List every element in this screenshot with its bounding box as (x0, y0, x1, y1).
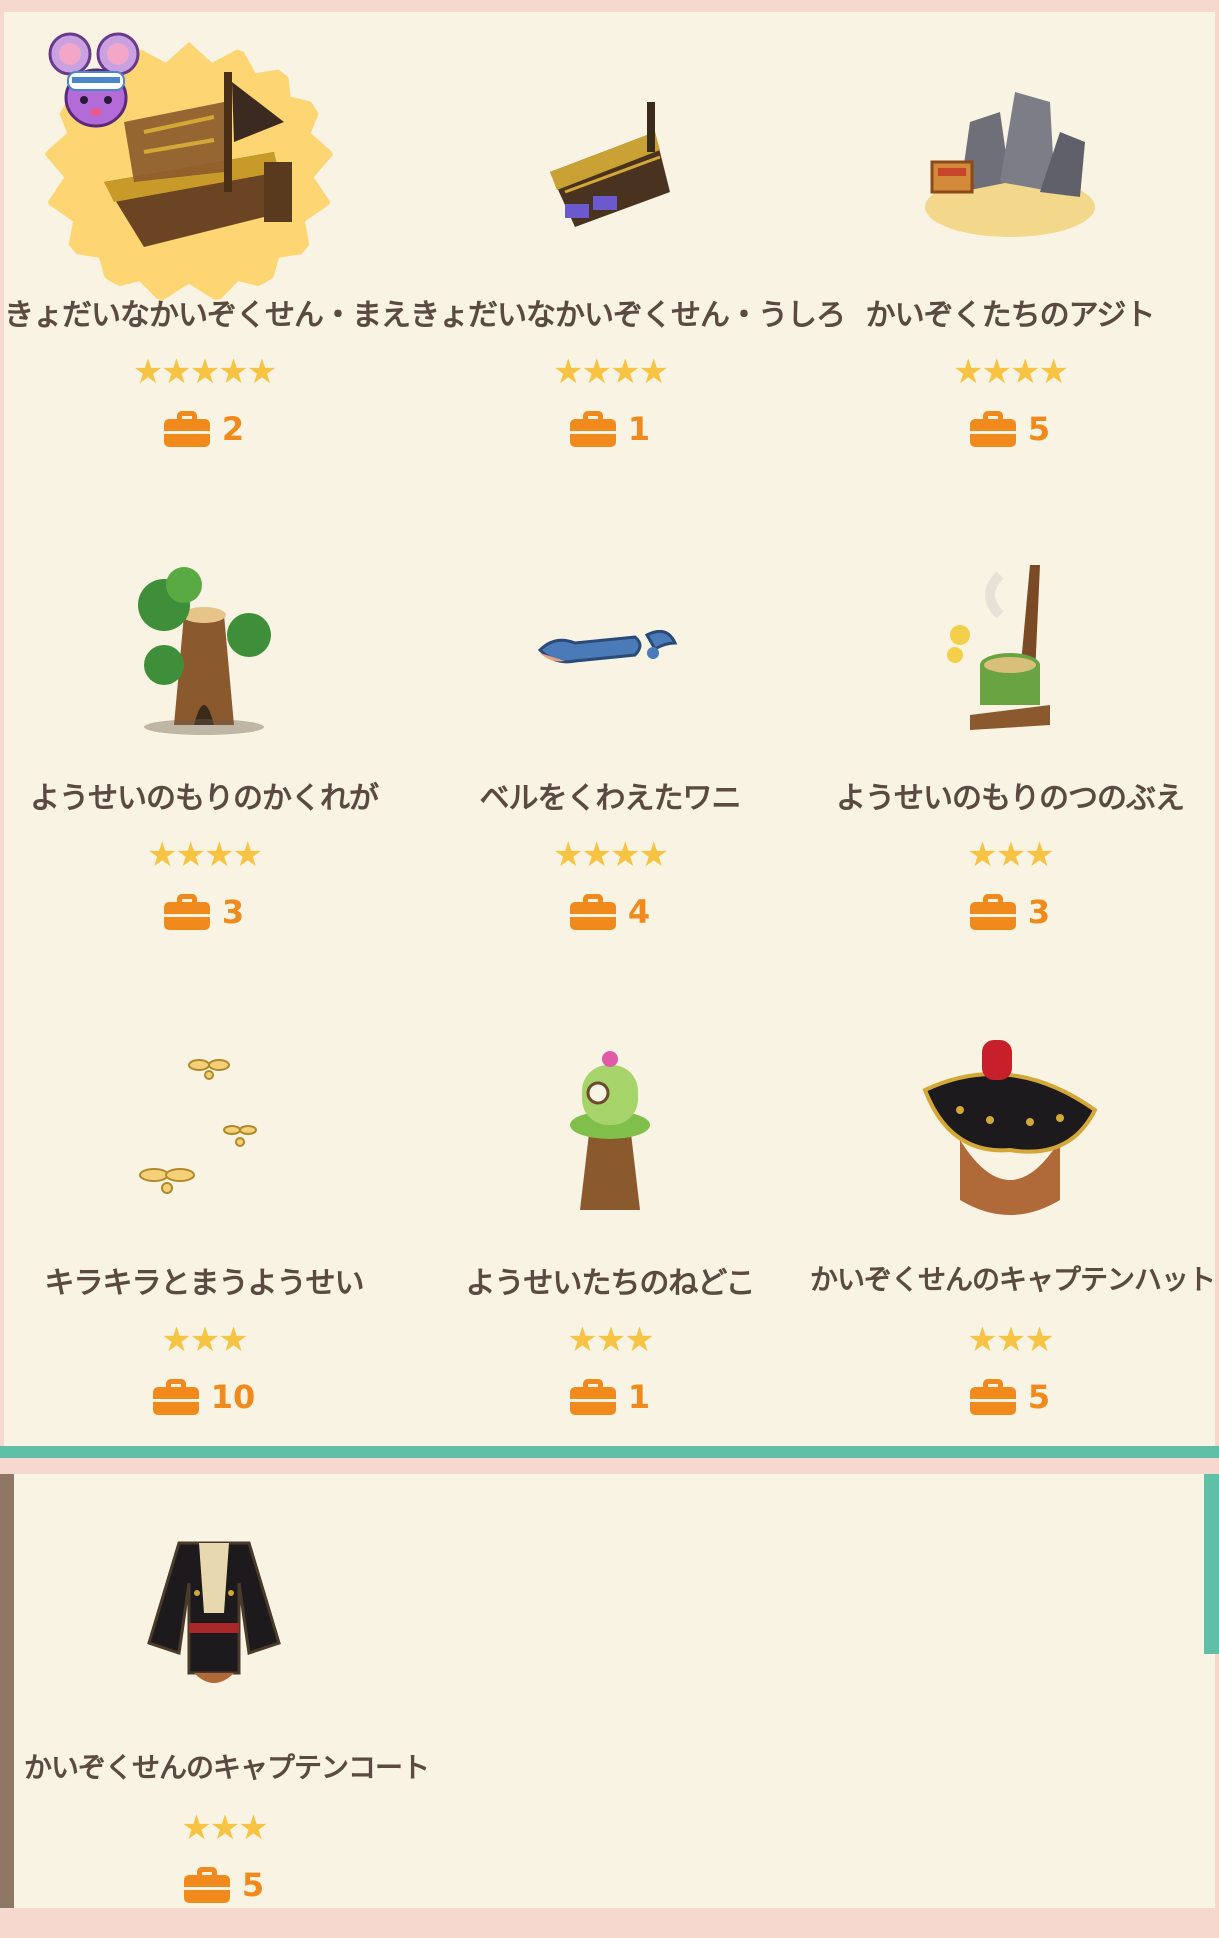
item-card[interactable]: ベルをくわえたワニ ★★★★ 4 (410, 495, 810, 965)
item-count: 1 (410, 410, 810, 448)
item-name: ようせいたちのねどこ (465, 1266, 755, 1301)
item-count: 1 (410, 1378, 810, 1416)
item-card[interactable]: きょだいなかいぞくせん・うしろ ★★★★ 1 (410, 12, 846, 482)
item-card[interactable]: キラキラとまうようせい ★★★ 10 (4, 980, 404, 1450)
item-card[interactable]: ようせいたちのねどこ ★★★ 1 (410, 980, 810, 1450)
count-value: 1 (627, 1378, 651, 1416)
briefcase-icon (183, 1867, 230, 1903)
rarity-stars: ★★★ (967, 835, 1054, 875)
count-value: 5 (241, 1866, 265, 1904)
rarity-stars: ★★★ (181, 1808, 268, 1848)
item-card[interactable]: かいぞくたちのアジト ★★★★ 5 (810, 12, 1210, 482)
rarity-stars: ★★★★ (953, 352, 1069, 392)
item-card[interactable]: きょだいなかいぞくせん・まえ ★★★★★ 2 (4, 12, 411, 482)
item-card[interactable]: かいぞくせんのキャプテンハット ★★★ 5 (810, 980, 1216, 1450)
item-name: かいぞくたちのアジト (865, 298, 1156, 333)
count-value: 5 (1027, 410, 1051, 448)
briefcase-icon (569, 411, 616, 447)
count-value: 2 (221, 410, 245, 448)
fairy-bed-icon (460, 1000, 760, 1260)
item-name: キラキラとまうようせい (44, 1266, 365, 1301)
scrollbar[interactable] (1204, 1474, 1219, 1654)
rarity-stars: ★★★★ (553, 835, 669, 875)
briefcase-icon (969, 894, 1016, 930)
count-value: 3 (221, 893, 245, 931)
item-count: 4 (410, 893, 810, 931)
item-card[interactable]: かいぞくせんのキャプテンコート ★★★ 5 (24, 1468, 430, 1938)
item-count: 3 (4, 893, 404, 931)
briefcase-icon (569, 1379, 616, 1415)
sparkling-fairies-icon (54, 1000, 354, 1260)
item-name: きょだいなかいぞくせん・まえ (4, 298, 411, 333)
item-count: 3 (810, 893, 1210, 931)
villager-avatar (48, 32, 144, 132)
item-count: 5 (24, 1866, 424, 1904)
item-name: ベルをくわえたワニ (479, 781, 742, 816)
pirate-ship-back-icon (460, 32, 760, 292)
captain-coat-icon (64, 1498, 364, 1718)
pirate-hideout-icon (860, 32, 1160, 292)
rarity-stars: ★★★★★ (132, 352, 277, 392)
fairy-forest-hideout-icon (54, 515, 354, 775)
item-count: 10 (4, 1378, 404, 1416)
item-name: かいぞくせんのキャプテンコート (24, 1751, 430, 1784)
rarity-stars: ★★★ (567, 1320, 654, 1360)
item-name: ようせいのもりのつのぶえ (836, 781, 1185, 816)
briefcase-icon (163, 894, 210, 930)
briefcase-icon (569, 894, 616, 930)
item-count: 5 (810, 1378, 1210, 1416)
crocodile-icon (460, 515, 760, 775)
briefcase-icon (152, 1379, 199, 1415)
item-name: きょだいなかいぞくせん・うしろ (410, 298, 846, 333)
item-name: かいぞくせんのキャプテンハット (810, 1263, 1216, 1296)
rarity-stars: ★★★ (967, 1320, 1054, 1360)
rarity-stars: ★★★★ (147, 835, 263, 875)
background-edge (0, 1474, 14, 1908)
count-value: 10 (210, 1378, 256, 1416)
item-count: 2 (4, 410, 404, 448)
briefcase-icon (163, 411, 210, 447)
fairy-forest-horn-icon (860, 515, 1160, 775)
count-value: 5 (1027, 1378, 1051, 1416)
count-value: 4 (627, 893, 651, 931)
count-value: 1 (627, 410, 651, 448)
item-count: 5 (810, 410, 1210, 448)
rarity-stars: ★★★ (161, 1320, 248, 1360)
item-card[interactable]: ようせいのもりのかくれが ★★★★ 3 (4, 495, 404, 965)
item-card[interactable]: ようせいのもりのつのぶえ ★★★ 3 (810, 495, 1210, 965)
item-name: ようせいのもりのかくれが (30, 781, 379, 816)
briefcase-icon (969, 1379, 1016, 1415)
captain-hat-icon (860, 1000, 1160, 1260)
briefcase-icon (969, 411, 1016, 447)
count-value: 3 (1027, 893, 1051, 931)
rarity-stars: ★★★★ (553, 352, 669, 392)
